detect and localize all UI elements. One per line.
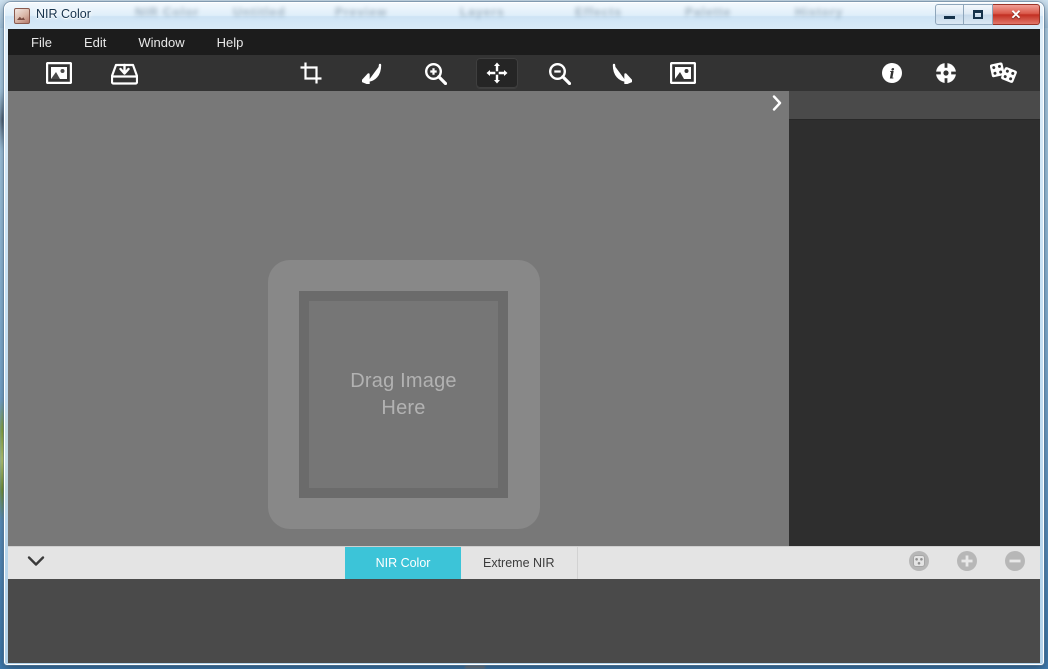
magnifier-plus-icon [424, 62, 447, 85]
toolbar: i [8, 55, 1040, 92]
window-title: NIR Color [36, 7, 91, 21]
ghost-text-0: NIR Color [135, 5, 199, 19]
menu-item-window[interactable]: Window [127, 32, 195, 53]
preset-tab-bar: NIR Color Extreme NIR [8, 546, 1040, 579]
dropzone-label-line1: Drag Image [350, 368, 457, 395]
undo-button[interactable] [352, 58, 394, 88]
application-window: NIR Color Untitled Preview Layers Effect… [4, 2, 1044, 665]
window-controls: ✕ [935, 4, 1040, 25]
tab-extreme-nir[interactable]: Extreme NIR [461, 547, 578, 579]
svg-text:i: i [889, 67, 894, 83]
menu-item-file[interactable]: File [20, 32, 63, 53]
right-panel-header [789, 91, 1040, 120]
minimize-icon [936, 5, 963, 24]
bottom-panel [8, 579, 1040, 663]
crop-tool-button[interactable] [290, 58, 332, 88]
fit-image-button[interactable] [662, 58, 704, 88]
plus-circle-icon [956, 550, 978, 577]
dice-circle-icon [908, 550, 930, 577]
ghost-text-1: Untitled [233, 5, 286, 19]
minimize-button[interactable] [935, 4, 964, 25]
ghost-text-6: History [795, 5, 843, 19]
save-tray-icon [111, 62, 138, 85]
preset-tabs: NIR Color Extreme NIR [345, 547, 578, 579]
dropzone-label: Drag Image Here [350, 368, 457, 422]
move-arrows-icon [486, 62, 508, 84]
save-image-button[interactable] [103, 58, 145, 88]
ghost-text-2: Preview [335, 5, 387, 19]
image-frame-icon [670, 62, 696, 84]
add-preset-button[interactable] [956, 550, 978, 577]
maximize-icon [964, 5, 992, 24]
title-bar[interactable]: NIR Color Untitled Preview Layers Effect… [5, 3, 1043, 29]
ghost-text-4: Effects [575, 5, 622, 19]
undo-arrow-icon [362, 62, 384, 84]
chevron-down-icon [27, 554, 45, 572]
app-icon [14, 8, 30, 24]
info-circle-icon: i [881, 62, 903, 84]
tab-nir-color[interactable]: NIR Color [345, 547, 461, 579]
open-image-button[interactable] [38, 58, 80, 88]
ghost-text-3: Layers [460, 5, 505, 19]
minus-circle-icon [1004, 550, 1026, 577]
pan-tool-button[interactable] [476, 58, 518, 88]
zoom-out-button[interactable] [538, 58, 580, 88]
panel-toggle-button[interactable] [765, 91, 789, 119]
close-icon: ✕ [993, 5, 1039, 24]
dropzone-label-line2: Here [350, 395, 457, 422]
randomize-button[interactable] [982, 58, 1024, 88]
close-button[interactable]: ✕ [993, 4, 1040, 25]
ghost-text-5: Palette [685, 5, 731, 19]
maximize-button[interactable] [964, 4, 993, 25]
dice-icon [990, 62, 1017, 84]
client-area: File Edit Window Help [8, 29, 1040, 663]
image-canvas[interactable]: Drag Image Here [8, 91, 789, 546]
menu-item-help[interactable]: Help [206, 32, 255, 53]
settings-button[interactable] [925, 58, 967, 88]
dropzone-frame: Drag Image Here [299, 291, 508, 498]
image-dropzone[interactable]: Drag Image Here [268, 260, 540, 529]
redo-button[interactable] [600, 58, 642, 88]
chevron-right-icon [772, 95, 782, 116]
right-side-panel [789, 91, 1040, 546]
preset-actions [908, 547, 1026, 579]
expand-presets-button[interactable] [8, 547, 64, 579]
magnifier-minus-icon [548, 62, 571, 85]
info-button[interactable]: i [871, 58, 913, 88]
adjust-circle-icon [935, 62, 957, 84]
zoom-in-button[interactable] [414, 58, 456, 88]
image-icon [46, 62, 72, 84]
crop-icon [300, 62, 322, 84]
menu-item-edit[interactable]: Edit [73, 32, 117, 53]
shuffle-preset-button[interactable] [908, 550, 930, 577]
remove-preset-button[interactable] [1004, 550, 1026, 577]
redo-arrow-icon [610, 62, 632, 84]
menu-bar: File Edit Window Help [8, 29, 1040, 55]
